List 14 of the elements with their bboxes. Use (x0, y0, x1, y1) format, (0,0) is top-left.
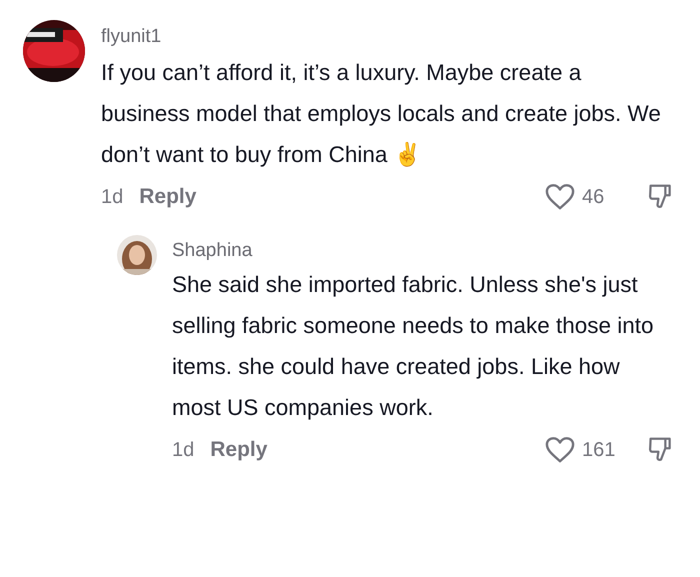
heart-icon[interactable] (544, 436, 576, 464)
like-count: 46 (582, 186, 606, 208)
username[interactable]: flyunit1 (101, 26, 162, 48)
heart-icon[interactable] (544, 183, 576, 211)
reply-link[interactable]: Reply (139, 185, 196, 209)
dislike-icon[interactable] (648, 436, 674, 464)
comment-text: She said she imported fabric. Unless she's just selling fabric someone needs to make those into items. she could have created jobs. Like how most US companies work. (172, 271, 655, 422)
comment-time: 1d (101, 186, 124, 208)
like-count: 161 (582, 438, 616, 462)
reply-link[interactable]: Reply (210, 438, 268, 462)
comment-time: 1d (172, 438, 194, 462)
username[interactable]: Shaphina (172, 240, 252, 262)
comment-text: If you can’t afford it, it’s a luxury. Maybe create a business model that employs locals and create jobs. We don’t want to buy from China ✌ (101, 59, 662, 169)
dislike-icon[interactable] (648, 183, 674, 211)
